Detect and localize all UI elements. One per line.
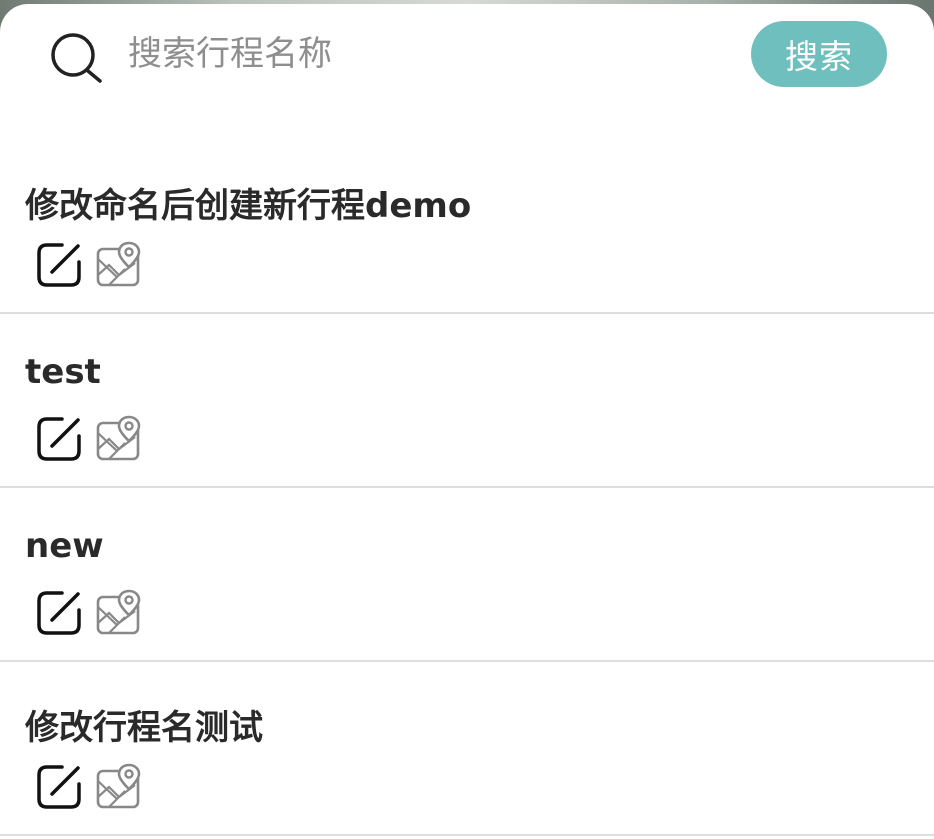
trip-list-item[interactable]: 修改命名后创建新行程demo bbox=[0, 140, 934, 314]
trip-list-item[interactable]: new bbox=[0, 488, 934, 662]
edit-icon[interactable] bbox=[34, 240, 84, 290]
trip-actions bbox=[34, 762, 144, 812]
search-input[interactable] bbox=[128, 26, 728, 82]
trip-actions bbox=[34, 240, 144, 290]
trip-title: test bbox=[25, 352, 101, 392]
search-button[interactable]: 搜索 bbox=[751, 21, 887, 87]
trip-title: new bbox=[25, 526, 104, 566]
search-bar: 搜索 bbox=[0, 4, 934, 114]
trip-title: 修改命名后创建新行程demo bbox=[25, 186, 472, 226]
trip-list: 修改命名后创建新行程demo test new 修改行程名测试 bbox=[0, 140, 934, 836]
map-pin-icon[interactable] bbox=[94, 240, 144, 290]
trip-actions bbox=[34, 588, 144, 638]
edit-icon[interactable] bbox=[34, 414, 84, 464]
edit-icon[interactable] bbox=[34, 588, 84, 638]
trip-actions bbox=[34, 414, 144, 464]
search-icon bbox=[51, 33, 102, 83]
edit-icon[interactable] bbox=[34, 762, 84, 812]
trip-title: 修改行程名测试 bbox=[25, 708, 263, 748]
map-pin-icon[interactable] bbox=[94, 588, 144, 638]
trip-list-item[interactable]: 修改行程名测试 bbox=[0, 662, 934, 836]
map-pin-icon[interactable] bbox=[94, 414, 144, 464]
trip-list-item[interactable]: test bbox=[0, 314, 934, 488]
map-pin-icon[interactable] bbox=[94, 762, 144, 812]
trip-search-sheet: 搜索 修改命名后创建新行程demo bbox=[0, 4, 934, 839]
